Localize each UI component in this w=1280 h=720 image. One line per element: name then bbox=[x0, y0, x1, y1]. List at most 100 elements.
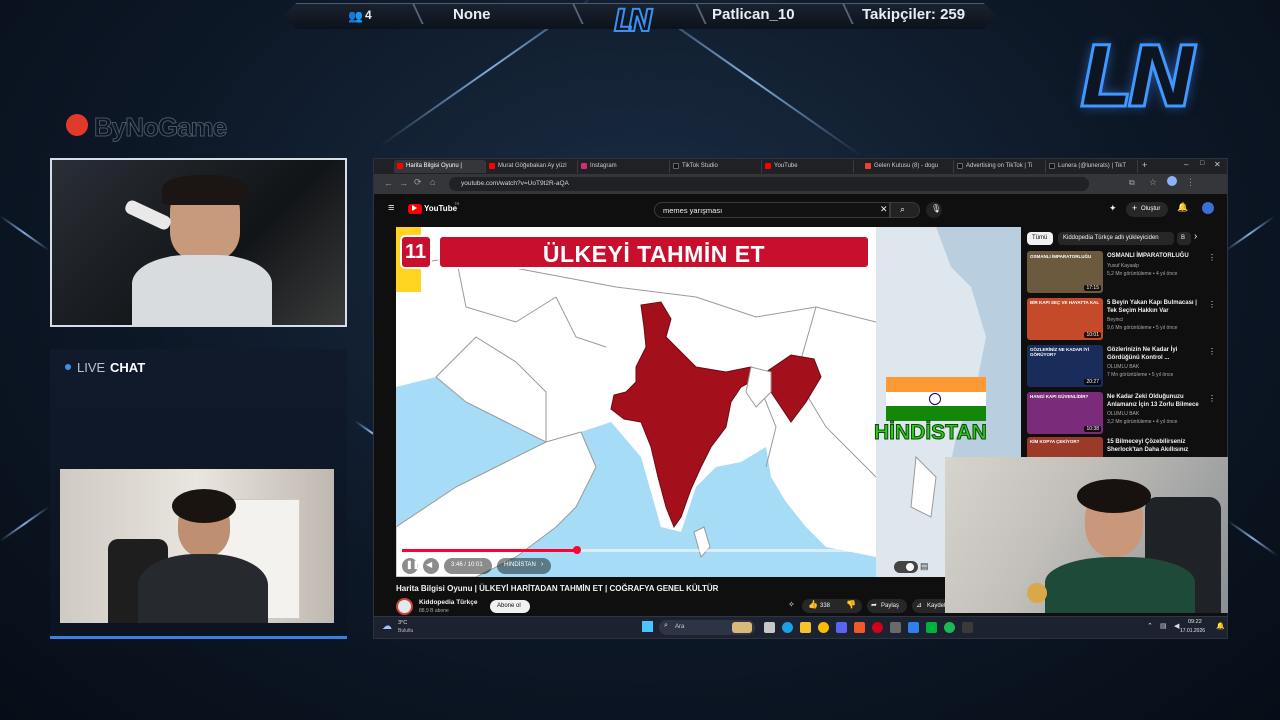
autoplay-toggle[interactable] bbox=[894, 561, 918, 573]
app-icon[interactable] bbox=[854, 622, 865, 633]
discord-icon[interactable] bbox=[836, 622, 847, 633]
notifications-bell-icon[interactable]: 🔔 bbox=[1177, 202, 1188, 213]
more-options-icon[interactable]: ⋮ bbox=[1208, 300, 1216, 309]
channel-name[interactable]: Kiddopedia Türkçe bbox=[419, 599, 478, 606]
viewer-count: 4 bbox=[365, 8, 372, 22]
cast-icon[interactable]: ✦ bbox=[1109, 203, 1117, 214]
home-icon[interactable]: ⌂ bbox=[430, 177, 435, 187]
browser-tab[interactable]: TikTok Studio bbox=[670, 160, 762, 173]
recommended-video[interactable]: OSMANLI İMPARATORLUĞU 17:15 OSMANLI İMPAR… bbox=[1027, 251, 1217, 295]
volume-button[interactable]: ◀ bbox=[423, 558, 439, 574]
extensions-icon[interactable]: ⧉ bbox=[1129, 178, 1135, 188]
chip-uploader[interactable]: Kiddopedia Türkçe adlı yükleyiciden bbox=[1058, 232, 1174, 245]
volume-icon[interactable]: ◀ bbox=[1174, 622, 1179, 630]
create-button[interactable]: + Oluştur bbox=[1126, 202, 1168, 217]
recommended-video[interactable]: KİM KOPYA ÇEKİYOR? 15 Bilmeceyi Çözebili… bbox=[1027, 437, 1217, 457]
create-label: Oluştur bbox=[1141, 206, 1161, 212]
more-options-icon[interactable]: ⋮ bbox=[1208, 347, 1216, 356]
dislike-icon[interactable]: 👎 bbox=[846, 600, 856, 609]
webcam-sweater bbox=[1045, 557, 1195, 613]
pause-button[interactable]: ❚❚ bbox=[402, 558, 419, 574]
weather-temp: 3°C bbox=[398, 620, 408, 626]
youtube-logo-text[interactable]: YouTube bbox=[424, 204, 457, 213]
browser-menu-icon[interactable]: ⋮ bbox=[1186, 177, 1195, 188]
browser-tab[interactable]: Instagram bbox=[578, 160, 670, 173]
windows-start-icon[interactable] bbox=[642, 621, 653, 632]
progress-scrubber[interactable] bbox=[573, 546, 582, 554]
tab-favicon-icon bbox=[397, 163, 403, 169]
video-duration: 17:15 bbox=[1084, 285, 1101, 291]
back-arrow-icon[interactable]: ← bbox=[384, 178, 393, 188]
chips-next-icon[interactable]: › bbox=[1194, 231, 1197, 242]
live-dot-icon bbox=[65, 364, 71, 370]
tray-chevron-up-icon[interactable]: ⌃ bbox=[1147, 622, 1153, 630]
sparkle-icon[interactable]: ✧ bbox=[788, 600, 795, 609]
search-button[interactable]: ⌕ bbox=[890, 202, 920, 218]
close-window-button[interactable]: ✕ bbox=[1214, 160, 1221, 169]
video-title: Gözlerinizin Ne Kadar İyi Gördüğünü Kont… bbox=[1107, 347, 1178, 361]
app-icon[interactable] bbox=[908, 622, 919, 633]
file-explorer-icon[interactable] bbox=[800, 622, 811, 633]
video-player[interactable]: 11 ÜLKEYİ TAHMİN ET ❚❚ ◀ 3:46 / 10:01 Hİ… bbox=[396, 227, 876, 577]
more-options-icon[interactable]: ⋮ bbox=[1208, 394, 1216, 403]
bookmark-star-icon[interactable]: ☆ bbox=[1149, 177, 1157, 188]
notifications-icon[interactable]: 🔔 bbox=[1216, 622, 1225, 630]
app-icon[interactable] bbox=[926, 622, 937, 633]
profile-avatar[interactable] bbox=[1167, 176, 1177, 186]
stream-overlay: 👥 4 None LN Patlican_10 Takipçiler: 259 … bbox=[0, 0, 1280, 720]
account-avatar[interactable] bbox=[1202, 202, 1214, 214]
search-input[interactable]: memes yarışması bbox=[654, 202, 890, 218]
network-icon[interactable]: ▤ bbox=[1160, 622, 1167, 630]
more-options-icon[interactable]: ⋮ bbox=[1208, 253, 1216, 262]
url-field[interactable]: youtube.com/watch?v=UoT9t2R-aQA bbox=[449, 177, 1089, 191]
clear-search-icon[interactable]: ✕ bbox=[880, 204, 888, 215]
sponsor-logo: ByNoGame bbox=[93, 112, 227, 143]
hamburger-menu-icon[interactable]: ≡ bbox=[388, 202, 394, 214]
chip-more[interactable]: B bbox=[1177, 232, 1191, 245]
app-icon[interactable] bbox=[890, 622, 901, 633]
progress-fill bbox=[402, 549, 578, 552]
browser-tab[interactable]: Lunera (@lunerats) | TikT bbox=[1046, 160, 1138, 173]
browser-tab[interactable]: YouTube bbox=[762, 160, 854, 173]
app-icon[interactable] bbox=[872, 622, 883, 633]
taskbar-search[interactable]: ⌕ Ara bbox=[659, 620, 755, 635]
new-tab-button[interactable]: + bbox=[1142, 160, 1147, 170]
like-icon[interactable]: 👍 bbox=[808, 600, 818, 609]
webcam-streamer bbox=[50, 158, 347, 327]
recommended-video[interactable]: BİR KAPI SEÇ VE HAYATTA KAL 10:01 5 Beyin… bbox=[1027, 298, 1217, 342]
save-button[interactable]: ⊿ Kaydet bbox=[912, 599, 946, 613]
share-button[interactable]: ➦ Paylaş bbox=[867, 599, 907, 613]
channel-avatar[interactable] bbox=[396, 598, 413, 615]
forward-arrow-icon[interactable]: → bbox=[399, 178, 408, 188]
voice-search-button[interactable]: 🎙 bbox=[926, 202, 942, 218]
task-view-icon[interactable] bbox=[764, 622, 775, 633]
video-duration: 10:38 bbox=[1084, 426, 1101, 432]
edge-icon[interactable] bbox=[782, 622, 793, 633]
browser-tab[interactable]: Murat Göğebakan Ay yüzl bbox=[486, 160, 578, 173]
subscribe-button[interactable]: Abone ol bbox=[490, 600, 530, 613]
browser-tab[interactable]: Gelen Kutusu (8) - dogu bbox=[862, 160, 954, 173]
bynogame-icon bbox=[66, 114, 88, 136]
chip-all[interactable]: Tümü bbox=[1027, 232, 1053, 245]
app-icon[interactable] bbox=[962, 622, 973, 633]
background-ray bbox=[1227, 520, 1278, 557]
maximize-button[interactable]: □ bbox=[1200, 160, 1204, 167]
recommended-video[interactable]: HANGİ KAPI GÜVENLİDİR? 10:38 Ne Kadar Zek… bbox=[1027, 392, 1217, 436]
reload-icon[interactable]: ⟳ bbox=[414, 177, 422, 188]
map-graphic bbox=[396, 227, 876, 577]
minimize-button[interactable]: – bbox=[1184, 160, 1188, 169]
chrome-icon[interactable] bbox=[818, 622, 829, 633]
recommended-video[interactable]: GÖZLERİNİZ NE KADAR İYİ GÖRÜYOR? 20:27 Gö… bbox=[1027, 345, 1217, 389]
chapter-button[interactable]: HİNDİSTAN › bbox=[497, 558, 551, 574]
browser-tab[interactable]: Harita Bilgisi Oyunu | bbox=[394, 160, 486, 173]
tab-favicon-icon bbox=[765, 163, 771, 169]
webcam-hair bbox=[1077, 479, 1151, 513]
spotify-icon[interactable] bbox=[944, 622, 955, 633]
background-ray bbox=[0, 215, 50, 252]
video-channel: OLUMLU BAK bbox=[1107, 364, 1140, 370]
browser-tab[interactable]: Advertising on TikTok | Ti bbox=[954, 160, 1046, 173]
youtube-play-icon bbox=[412, 205, 417, 211]
like-count: 338 bbox=[820, 603, 831, 609]
search-highlight-icon bbox=[732, 622, 752, 633]
subtitles-icon[interactable]: ▤ bbox=[920, 561, 929, 572]
